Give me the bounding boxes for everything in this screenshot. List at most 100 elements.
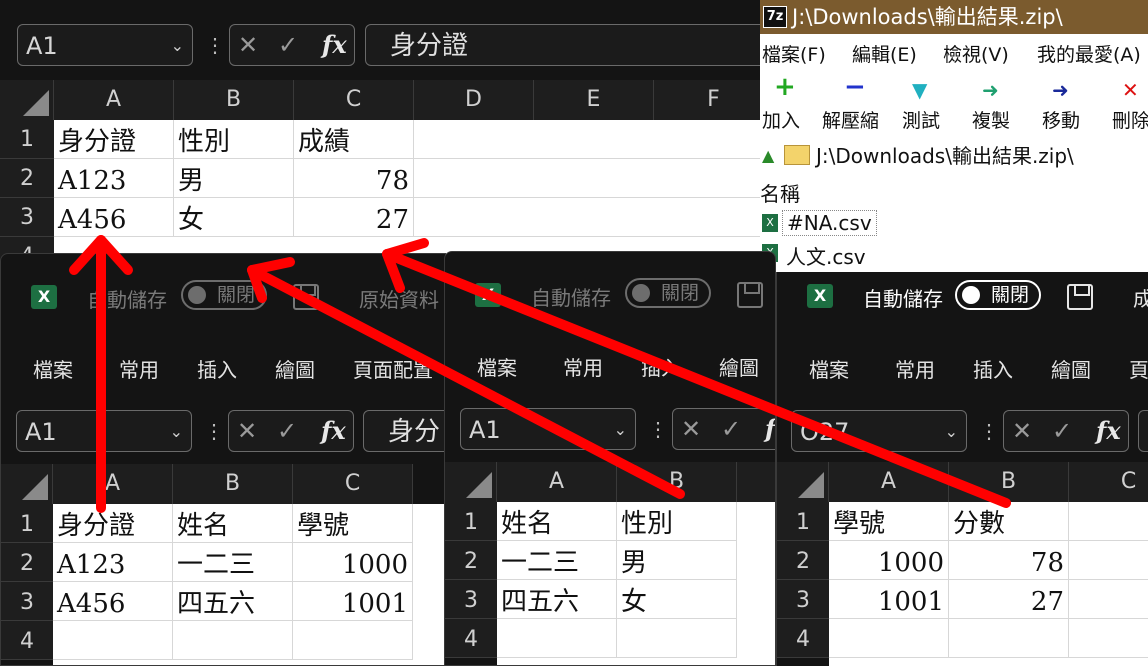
name-box[interactable]: O27 ⌄: [791, 410, 967, 452]
row-header-1[interactable]: 1: [0, 120, 54, 159]
formula-bar-input[interactable]: [1138, 410, 1148, 452]
toolbar-copy-label[interactable]: 複製: [972, 106, 1010, 133]
row-header-4[interactable]: 4: [1, 621, 53, 660]
row-header-2[interactable]: 2: [0, 159, 54, 198]
save-icon[interactable]: [293, 284, 319, 310]
cell-b1[interactable]: 分數: [949, 502, 1069, 541]
row-header-1[interactable]: 1: [1, 504, 53, 543]
tab-home[interactable]: 常用: [563, 352, 603, 381]
row-header-3[interactable]: 3: [0, 198, 54, 237]
column-header-d[interactable]: D: [414, 80, 534, 120]
more-options-icon[interactable]: ⋮: [204, 410, 224, 452]
cell-c3[interactable]: 1001: [293, 582, 413, 621]
toolbar-add-label[interactable]: 加入: [762, 106, 800, 133]
cell-a4[interactable]: [497, 619, 617, 658]
column-header-b[interactable]: B: [173, 464, 293, 504]
function-icon[interactable]: fx: [321, 411, 346, 451]
column-header-b[interactable]: B: [174, 80, 294, 120]
cell-d1[interactable]: [414, 120, 760, 159]
column-header-c[interactable]: C: [1069, 462, 1148, 502]
cell-a3[interactable]: A456: [54, 198, 174, 237]
column-header-name[interactable]: 名稱: [760, 178, 800, 207]
tab-home[interactable]: 常用: [895, 354, 935, 383]
tab-page-layout[interactable]: 頁面配置: [353, 354, 433, 383]
cell-a4[interactable]: [829, 619, 949, 658]
cell-b2[interactable]: 78: [949, 541, 1069, 580]
chevron-down-icon[interactable]: ⌄: [945, 411, 958, 453]
cell-a3[interactable]: 四五六: [497, 580, 617, 619]
cell-c4[interactable]: [1069, 619, 1148, 658]
cancel-icon[interactable]: ✕: [681, 409, 701, 449]
column-header-c[interactable]: C: [294, 80, 414, 120]
cell-b2[interactable]: 男: [174, 159, 294, 198]
cell-b1[interactable]: 性別: [617, 502, 737, 541]
cell-d2[interactable]: [414, 159, 760, 198]
chevron-down-icon[interactable]: ⌄: [171, 25, 184, 67]
cell-a4[interactable]: [53, 621, 173, 660]
cell-b2[interactable]: 男: [617, 541, 737, 580]
more-options-icon[interactable]: ⋮: [648, 408, 668, 450]
row-header-2[interactable]: 2: [777, 541, 829, 580]
name-box[interactable]: A1 ⌄: [460, 408, 636, 450]
cell-a1[interactable]: 學號: [829, 502, 949, 541]
column-header-a[interactable]: A: [53, 464, 173, 504]
up-folder-icon[interactable]: ▲: [762, 146, 774, 165]
menu-file[interactable]: 檔案(F): [762, 40, 826, 67]
file-item[interactable]: 人文.csv: [786, 241, 866, 270]
select-all-corner[interactable]: [445, 462, 497, 502]
toolbar-test-label[interactable]: 測試: [902, 106, 940, 133]
cell-c1[interactable]: 成績: [294, 120, 414, 159]
add-icon[interactable]: +: [774, 72, 796, 102]
menu-edit[interactable]: 編輯(E): [852, 40, 917, 67]
column-header-b[interactable]: B: [949, 462, 1069, 502]
cell-a1[interactable]: 身分證: [54, 120, 174, 159]
menu-favorites[interactable]: 我的最愛(A): [1037, 40, 1141, 67]
cell-a1[interactable]: 姓名: [497, 502, 617, 541]
function-icon[interactable]: fx: [1096, 411, 1121, 451]
extract-icon[interactable]: −: [844, 72, 866, 102]
cell-a2[interactable]: A123: [53, 543, 173, 582]
cell-d3[interactable]: [414, 198, 760, 237]
tab-file[interactable]: 檔案: [809, 354, 849, 383]
column-header-b[interactable]: B: [617, 462, 737, 502]
save-icon[interactable]: [1067, 284, 1093, 310]
row-header-1[interactable]: 1: [445, 502, 497, 541]
cell-b3[interactable]: 四五六: [173, 582, 293, 621]
cell-b4[interactable]: [949, 619, 1069, 658]
cell-c3[interactable]: [1069, 580, 1148, 619]
cell-b1[interactable]: 性別: [174, 120, 294, 159]
more-options-icon[interactable]: ⋮: [979, 410, 999, 452]
select-all-corner[interactable]: [0, 80, 54, 120]
cell-b3[interactable]: 女: [617, 580, 737, 619]
row-header-3[interactable]: 3: [445, 580, 497, 619]
chevron-down-icon[interactable]: ⌄: [170, 411, 183, 453]
column-header-a[interactable]: A: [497, 462, 617, 502]
cell-b3[interactable]: 女: [174, 198, 294, 237]
tab-insert[interactable]: 插入: [973, 354, 1013, 383]
row-header-3[interactable]: 3: [1, 582, 53, 621]
tab-page-layout[interactable]: 頁: [1129, 354, 1148, 383]
column-header-a[interactable]: A: [54, 80, 174, 120]
sheet-grid[interactable]: 學號 分數 1000 78 1001 27: [829, 502, 1148, 666]
check-icon[interactable]: ✓: [721, 409, 741, 449]
cell-a3[interactable]: A456: [53, 582, 173, 621]
check-icon[interactable]: ✓: [278, 25, 298, 65]
test-icon[interactable]: ▼: [912, 78, 927, 102]
cell-b4[interactable]: [617, 619, 737, 658]
cell-a1[interactable]: 身分證: [53, 504, 173, 543]
row-header-1[interactable]: 1: [777, 502, 829, 541]
sheet-grid[interactable]: 身分證 姓名 學號 A123 一二三 1000 A456 四五六 1001: [53, 504, 445, 665]
cell-a2[interactable]: 一二三: [497, 541, 617, 580]
cell-c3[interactable]: 27: [294, 198, 414, 237]
cell-a2[interactable]: 1000: [829, 541, 949, 580]
name-box[interactable]: A1 ⌄: [17, 24, 193, 66]
sheet-grid[interactable]: 姓名 性別 一二三 男 四五六 女: [497, 502, 775, 665]
cancel-icon[interactable]: ✕: [237, 411, 257, 451]
tab-file[interactable]: 檔案: [33, 354, 73, 383]
row-header-2[interactable]: 2: [1, 543, 53, 582]
row-header-2[interactable]: 2: [445, 541, 497, 580]
tab-insert[interactable]: 插入: [641, 352, 681, 381]
cell-a2[interactable]: A123: [54, 159, 174, 198]
function-icon[interactable]: f: [765, 409, 775, 449]
cell-b2[interactable]: 一二三: [173, 543, 293, 582]
